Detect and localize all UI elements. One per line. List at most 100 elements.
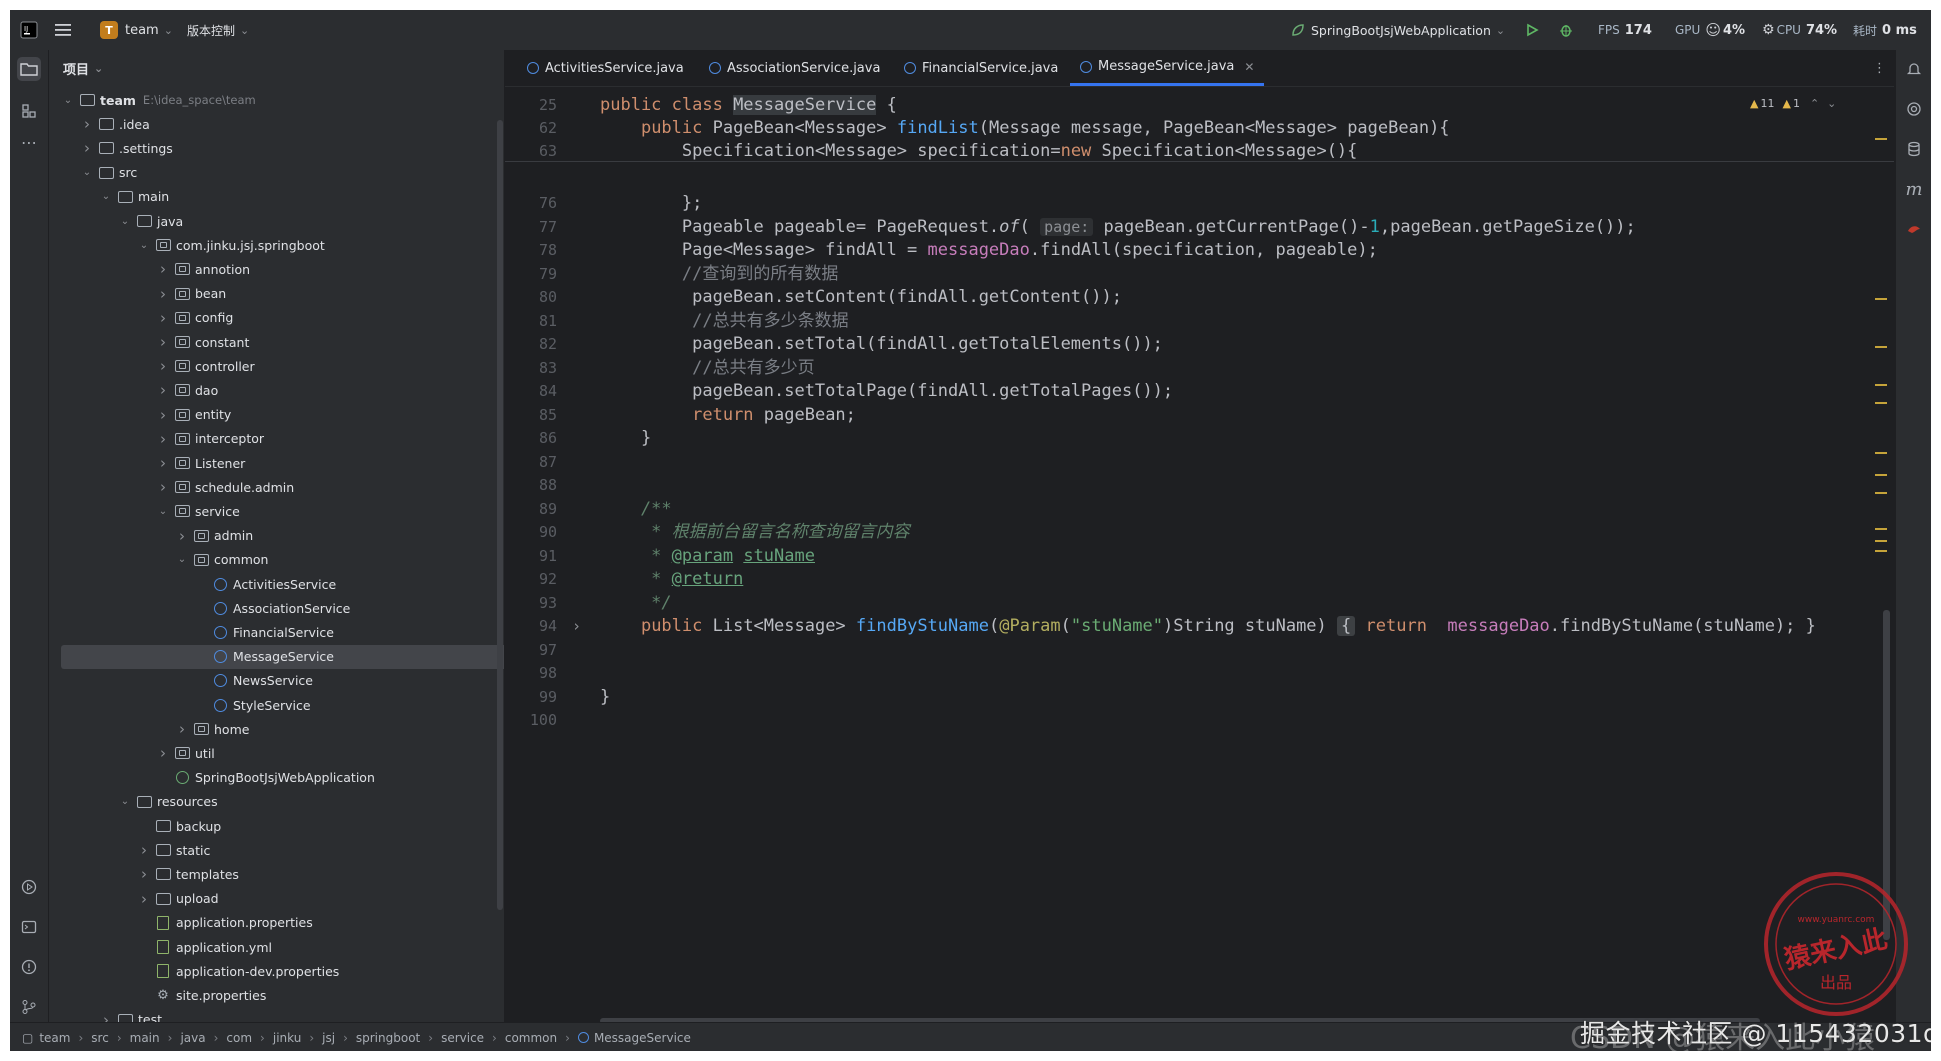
warning-marker[interactable] — [1875, 346, 1887, 348]
chevron-up-icon[interactable]: ⌃ — [1810, 97, 1819, 110]
chevron-right-icon[interactable]: › — [80, 115, 94, 133]
tree-item-springbootjsjwebapplication[interactable]: SpringBootJsjWebApplication — [61, 766, 504, 790]
chevron-right-icon[interactable]: › — [156, 260, 170, 278]
tab-message-service[interactable]: MessageService.java ✕ — [1070, 50, 1265, 86]
code-line[interactable]: pageBean.setTotal(findAll.getTotalElemen… — [600, 334, 1163, 354]
tree-item-java[interactable]: ⌄ java — [61, 209, 504, 233]
plugin-button[interactable] — [1902, 217, 1926, 241]
tree-item-application-properties[interactable]: application.properties — [61, 911, 504, 935]
code-line[interactable]: }; — [600, 193, 702, 213]
code-line[interactable]: pageBean.setTotalPage(findAll.getTotalPa… — [600, 381, 1173, 401]
tree-item-site-properties[interactable]: ⚙ site.properties — [61, 983, 504, 1007]
breadcrumb-item[interactable]: com — [226, 1031, 252, 1045]
tree-item-test[interactable]: › test — [61, 1008, 504, 1022]
breadcrumb-item[interactable]: jinku — [273, 1031, 301, 1045]
breadcrumb-item[interactable]: springboot — [356, 1031, 420, 1045]
code-line[interactable]: //总共有多少页 — [600, 358, 814, 378]
fold-chevron-icon[interactable]: › — [567, 616, 581, 636]
sticky-code-line[interactable]: public PageBean<Message> findList(Messag… — [600, 118, 1450, 138]
tree-item-bean[interactable]: › bean — [61, 282, 504, 306]
tree-item-listener[interactable]: › Listener — [61, 451, 504, 475]
breadcrumb-item[interactable]: src — [91, 1031, 109, 1045]
chevron-right-icon[interactable]: › — [156, 406, 170, 424]
tree-item-financialservice[interactable]: FinancialService — [61, 620, 504, 644]
chevron-down-icon[interactable]: ⌄ — [80, 167, 94, 178]
breadcrumb-item[interactable]: java — [180, 1031, 205, 1045]
tree-item-newsservice[interactable]: NewsService — [61, 669, 504, 693]
warning-marker[interactable] — [1875, 138, 1887, 140]
code-line[interactable]: pageBean.setContent(findAll.getContent()… — [600, 287, 1122, 307]
breadcrumb-item[interactable]: service — [441, 1031, 484, 1045]
warning-marker[interactable] — [1875, 452, 1887, 454]
tree-item-application-yml[interactable]: application.yml — [61, 935, 504, 959]
ai-assistant-button[interactable] — [1902, 97, 1926, 121]
code-line[interactable]: * @return — [600, 569, 743, 589]
tree-item-messageservice[interactable]: MessageService — [61, 644, 504, 669]
chevron-down-icon[interactable]: ⌄ — [61, 95, 75, 106]
chevron-right-icon[interactable]: › — [137, 841, 151, 859]
chevron-down-icon[interactable]: ⌄ — [118, 216, 132, 227]
tree-item-templates[interactable]: › templates — [61, 862, 504, 886]
tree-item-home[interactable]: › home — [61, 717, 504, 741]
tree-item-com-jinku-jsj-springboot[interactable]: ⌄ com.jinku.jsj.springboot — [61, 233, 504, 257]
tree-item-src[interactable]: ⌄ src — [61, 161, 504, 185]
chevron-right-icon[interactable]: › — [137, 865, 151, 883]
chevron-right-icon[interactable]: › — [156, 309, 170, 327]
warning-marker[interactable] — [1875, 384, 1887, 386]
tree-item-main[interactable]: ⌄ main — [61, 185, 504, 209]
sticky-code-line[interactable]: Specification<Message> specification=new… — [600, 141, 1358, 161]
debug-button[interactable] — [1558, 10, 1574, 50]
inspection-widget[interactable]: ▲ 11 ▲ 1 ⌃ ⌄ — [1750, 94, 1836, 112]
breadcrumb-item[interactable]: common — [505, 1031, 557, 1045]
code-line[interactable]: } — [600, 428, 651, 448]
tree-item-team[interactable]: ⌄ team E:\idea_space\team — [61, 88, 491, 112]
main-menu-icon[interactable] — [55, 10, 73, 50]
chevron-down-icon[interactable]: ⌄ — [1827, 97, 1836, 110]
code-line[interactable]: */ — [600, 593, 671, 613]
tree-item-associationservice[interactable]: AssociationService — [61, 596, 504, 620]
chevron-right-icon[interactable]: › — [99, 1011, 113, 1022]
tree-item-config[interactable]: › config — [61, 306, 504, 330]
tree-item-service[interactable]: ⌄ service — [61, 499, 504, 523]
tab-activities-service[interactable]: ActivitiesService.java — [527, 50, 684, 86]
code-line[interactable]: //查询到的所有数据 — [600, 264, 838, 284]
tree-item-settings[interactable]: › .settings — [61, 136, 504, 160]
chevron-down-icon[interactable]: ⌄ — [175, 554, 189, 565]
close-icon[interactable]: ✕ — [1244, 60, 1254, 74]
tree-item-resources[interactable]: ⌄ resources — [61, 790, 504, 814]
code-line[interactable]: public List<Message> findByStuName(@Para… — [600, 616, 1816, 636]
code-line[interactable]: Pageable pageable= PageRequest.of( page:… — [600, 217, 1636, 237]
tree-item-styleservice[interactable]: StyleService — [61, 693, 504, 717]
chevron-down-icon[interactable]: ⌄ — [118, 796, 132, 807]
tree-item-idea[interactable]: › .idea — [61, 112, 504, 136]
tab-options-menu[interactable]: ⋮ — [1873, 50, 1886, 86]
chevron-right-icon[interactable]: › — [156, 478, 170, 496]
terminal-tool-button[interactable] — [17, 915, 41, 939]
code-line[interactable]: //总共有多少条数据 — [600, 311, 848, 331]
chevron-right-icon[interactable]: › — [175, 527, 189, 545]
chevron-right-icon[interactable]: › — [156, 357, 170, 375]
vcs-widget[interactable]: 版本控制 ⌄ — [187, 10, 249, 50]
chevron-right-icon[interactable]: › — [156, 454, 170, 472]
sticky-code-line[interactable]: public class MessageService { — [600, 95, 897, 115]
notifications-button[interactable] — [1902, 57, 1926, 81]
database-button[interactable] — [1902, 137, 1926, 161]
warning-marker[interactable] — [1875, 540, 1887, 542]
chevron-down-icon[interactable]: ⌄ — [99, 191, 113, 202]
structure-tool-button[interactable] — [17, 99, 41, 123]
warning-marker[interactable] — [1875, 492, 1887, 494]
code-line[interactable]: Page<Message> findAll = messageDao.findA… — [600, 240, 1378, 260]
tab-association-service[interactable]: AssociationService.java — [709, 50, 880, 86]
chevron-right-icon[interactable]: › — [156, 744, 170, 762]
project-scrollbar[interactable] — [497, 120, 503, 910]
warning-marker[interactable] — [1875, 402, 1887, 404]
chevron-right-icon[interactable]: › — [156, 381, 170, 399]
tree-item-common[interactable]: ⌄ common — [61, 548, 504, 572]
more-tools-button[interactable]: ⋯ — [17, 130, 41, 154]
code-line[interactable]: return pageBean; — [600, 405, 856, 425]
tree-item-static[interactable]: › static — [61, 838, 504, 862]
chevron-down-icon[interactable]: ⌄ — [156, 506, 170, 517]
chevron-right-icon[interactable]: › — [156, 285, 170, 303]
chevron-down-icon[interactable]: ⌄ — [137, 240, 151, 251]
code-line[interactable]: } — [600, 687, 610, 707]
